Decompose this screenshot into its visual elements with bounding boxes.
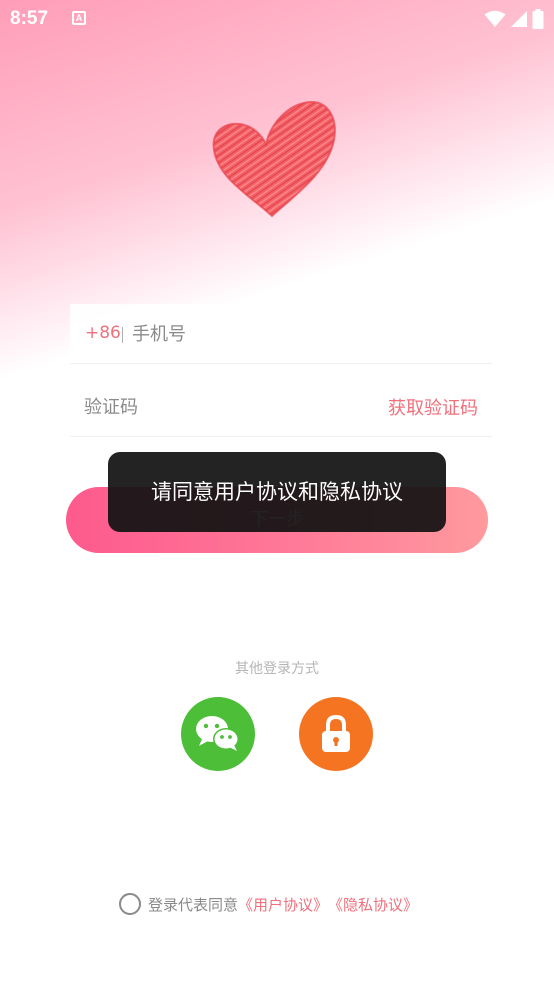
code-row: 获取验证码 [70, 377, 492, 437]
battery-icon [532, 9, 544, 29]
a-box-icon: A [72, 11, 86, 25]
privacy-agreement-link[interactable]: 《隐私协议》 [328, 894, 418, 915]
divider [122, 327, 123, 343]
country-code[interactable]: +86 [85, 323, 121, 343]
wechat-login-button[interactable] [181, 697, 255, 771]
login-screen: 8:57 A +86 手机号 验证码 获取验证码 请同意用户协议和隐私协议 其他… [0, 0, 554, 984]
agreement-row: 登录代表同意 《用户协议》 《隐私协议》 [119, 892, 418, 916]
status-time: 8:57 [10, 8, 49, 29]
phone-input[interactable] [132, 318, 472, 350]
status-bar: 8:57 A [0, 0, 554, 40]
lock-icon [322, 714, 350, 752]
get-code-button[interactable]: 获取验证码 [388, 394, 478, 420]
password-login-button[interactable] [299, 697, 373, 771]
phone-row: +86 [70, 304, 492, 364]
status-icons [484, 9, 544, 29]
heart-icon [210, 98, 338, 220]
toast-message: 请同意用户协议和隐私协议 [108, 452, 446, 532]
user-agreement-link[interactable]: 《用户协议》 [238, 894, 328, 915]
verification-code-input[interactable] [84, 391, 324, 423]
wifi-icon [484, 10, 506, 27]
agree-radio[interactable] [119, 893, 141, 915]
signal-icon [511, 11, 527, 27]
wechat-icon [196, 716, 239, 751]
other-login-title: 其他登录方式 [235, 661, 319, 677]
agreement-prefix: 登录代表同意 [148, 895, 239, 914]
